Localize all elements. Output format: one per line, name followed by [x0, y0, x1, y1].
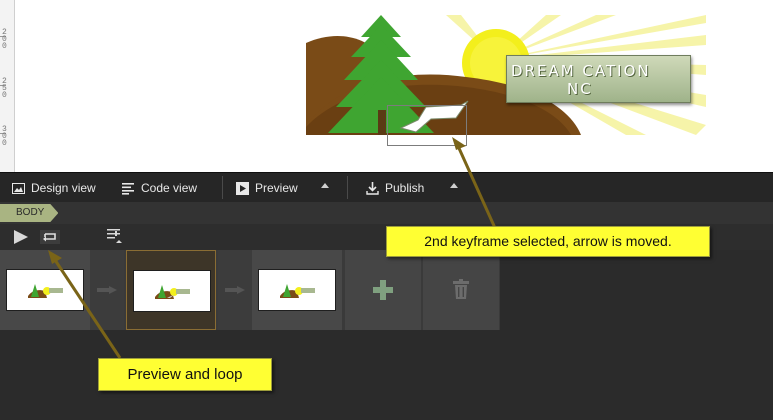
selection-box[interactable]	[387, 105, 467, 146]
toolbar-separator	[347, 176, 348, 199]
vertical-ruler: 200 250 300	[0, 0, 15, 172]
chevron-up-icon[interactable]	[450, 183, 458, 188]
trash-icon	[453, 279, 469, 299]
download-icon	[366, 181, 379, 195]
tag-selector-bar: BODY	[0, 202, 773, 224]
transition-1-2[interactable]	[90, 250, 124, 330]
keyframe-filmstrip	[0, 250, 500, 330]
chevron-up-icon[interactable]	[321, 183, 329, 188]
ruler-label: 300	[2, 125, 7, 148]
banner-line-2: NC	[567, 80, 593, 98]
code-view-label: Code view	[141, 181, 198, 195]
play-icon	[236, 181, 249, 195]
publish-button[interactable]: Publish	[366, 178, 424, 198]
preview-label: Preview	[255, 181, 298, 195]
keyframe-thumbnail	[6, 269, 84, 311]
body-tag-button[interactable]: BODY	[0, 204, 58, 222]
settings-list-icon[interactable]	[106, 227, 124, 245]
code-lines-icon	[122, 182, 135, 195]
toolbar-separator	[222, 176, 223, 199]
keyframe-thumbnail	[133, 270, 211, 312]
design-canvas[interactable]: 200 250 300 DREAM CATION NC	[0, 0, 773, 172]
loop-icon[interactable]	[40, 230, 60, 244]
keyframe-thumbnail	[258, 269, 336, 311]
add-keyframe-button[interactable]	[345, 250, 421, 330]
animation-stage[interactable]: DREAM CATION NC	[306, 15, 706, 135]
transition-icon	[225, 286, 245, 294]
view-toolbar: Design view Code view Preview Publish	[0, 172, 773, 203]
banner-text-box[interactable]: DREAM CATION NC	[506, 55, 691, 103]
banner-line-1: DREAM CATION	[511, 62, 651, 80]
keyframe-callout: 2nd keyframe selected, arrow is moved.	[386, 226, 710, 257]
design-view-label: Design view	[31, 181, 96, 195]
play-icon[interactable]	[13, 229, 29, 245]
transition-2-3[interactable]	[218, 250, 252, 330]
preview-button[interactable]: Preview	[236, 178, 298, 198]
ruler-label: 200	[2, 28, 7, 51]
ruler-label: 250	[2, 77, 7, 100]
keyframe-2[interactable]	[126, 250, 216, 330]
preview-callout: Preview and loop	[98, 358, 272, 391]
publish-label: Publish	[385, 181, 425, 195]
transition-icon	[97, 286, 117, 294]
keyframe-1[interactable]	[0, 250, 90, 330]
delete-keyframe-button[interactable]	[423, 250, 499, 330]
code-view-button[interactable]: Code view	[122, 178, 197, 198]
keyframe-3[interactable]	[252, 250, 342, 330]
plus-icon	[373, 280, 393, 300]
image-icon	[12, 182, 25, 195]
design-view-button[interactable]: Design view	[12, 178, 96, 198]
